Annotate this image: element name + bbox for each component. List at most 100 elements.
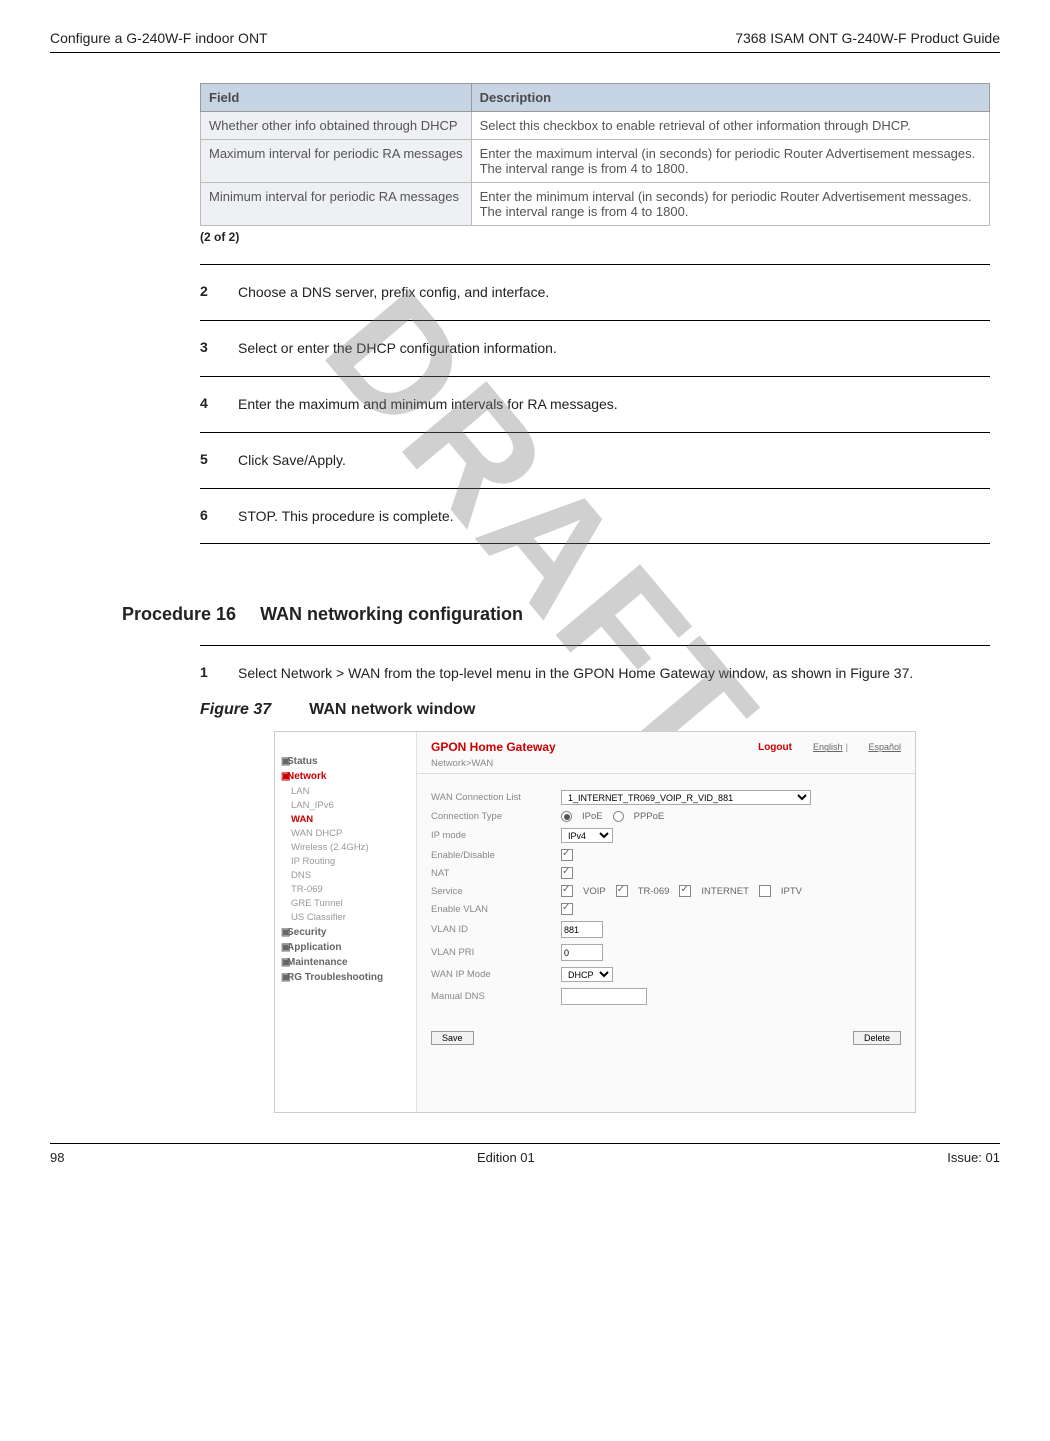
step-rule (200, 376, 990, 377)
sidebar-item-status[interactable]: ▣Status (281, 756, 416, 767)
step-text: STOP. This procedure is complete. (238, 507, 454, 526)
ipoe-radio[interactable] (561, 811, 572, 822)
procedure-label: Procedure 16 (122, 604, 236, 625)
sidebar-item-security[interactable]: ▣Security (281, 927, 416, 938)
logout-link[interactable]: Logout (758, 742, 792, 753)
sidebar: ▣Status ▣Network LAN LAN_IPv6 WAN WAN DH… (275, 732, 417, 1112)
field-name: Maximum interval for periodic RA message… (201, 140, 472, 183)
field-desc: Enter the maximum interval (in seconds) … (471, 140, 989, 183)
delete-button[interactable]: Delete (853, 1031, 901, 1045)
table-page-indicator: (2 of 2) (200, 230, 990, 244)
table-header-field: Field (201, 84, 472, 112)
sidebar-item-network[interactable]: ▣Network (281, 771, 416, 782)
nat-checkbox[interactable] (561, 867, 573, 879)
conn-type-label: Connection Type (431, 811, 561, 822)
pppoe-label: PPPoE (634, 811, 665, 822)
table-row: Maximum interval for periodic RA message… (201, 140, 990, 183)
page-title: GPON Home Gateway (431, 740, 556, 754)
step-rule (200, 264, 990, 265)
service-iptv-checkbox[interactable] (759, 885, 771, 897)
field-desc: Enter the minimum interval (in seconds) … (471, 183, 989, 226)
lang-english[interactable]: English (813, 742, 843, 752)
wan-conn-list-label: WAN Connection List (431, 792, 561, 803)
step-number: 2 (200, 283, 216, 302)
step-rule (200, 432, 990, 433)
wan-window-figure: ▣Status ▣Network LAN LAN_IPv6 WAN WAN DH… (274, 731, 916, 1113)
step: 1 Select Network > WAN from the top-leve… (200, 664, 990, 683)
step: 6 STOP. This procedure is complete. (200, 507, 990, 526)
step-text: Select or enter the DHCP configuration i… (238, 339, 557, 358)
breadcrumb: Network>WAN (417, 758, 915, 774)
step-rule (200, 320, 990, 321)
ip-mode-label: IP mode (431, 830, 561, 841)
footer-page-number: 98 (50, 1150, 64, 1165)
header-left: Configure a G-240W-F indoor ONT (50, 30, 268, 46)
save-button[interactable]: Save (431, 1031, 474, 1045)
header-right: 7368 ISAM ONT G-240W-F Product Guide (735, 30, 1000, 46)
pppoe-radio[interactable] (613, 811, 624, 822)
sidebar-item-maintenance[interactable]: ▣Maintenance (281, 957, 416, 968)
figure-title: WAN network window (309, 701, 475, 719)
step: 4 Enter the maximum and minimum interval… (200, 395, 990, 414)
sidebar-item-lan[interactable]: LAN (291, 786, 416, 797)
step-number: 6 (200, 507, 216, 526)
step-number: 4 (200, 395, 216, 414)
header-rule (50, 52, 1000, 53)
table-row: Minimum interval for periodic RA message… (201, 183, 990, 226)
enable-vlan-checkbox[interactable] (561, 903, 573, 915)
service-tr069-checkbox[interactable] (616, 885, 628, 897)
sidebar-item-us-classifier[interactable]: US Classifier (291, 912, 416, 923)
sidebar-item-wireless[interactable]: Wireless (2.4GHz) (291, 842, 416, 853)
field-name: Whether other info obtained through DHCP (201, 112, 472, 140)
figure-label: Figure 37 (200, 701, 271, 719)
sidebar-item-wan[interactable]: WAN (291, 814, 416, 825)
field-desc: Select this checkbox to enable retrieval… (471, 112, 989, 140)
step-text: Click Save/Apply. (238, 451, 346, 470)
step-number: 5 (200, 451, 216, 470)
vlan-pri-label: VLAN PRI (431, 947, 561, 958)
ipoe-label: IPoE (582, 811, 603, 822)
vlan-pri-input[interactable] (561, 944, 603, 961)
step: 2 Choose a DNS server, prefix config, an… (200, 283, 990, 302)
wan-ip-mode-label: WAN IP Mode (431, 969, 561, 980)
sidebar-item-gre-tunnel[interactable]: GRE Tunnel (291, 898, 416, 909)
lang-espanol[interactable]: Español (868, 742, 901, 752)
manual-dns-input[interactable] (561, 988, 647, 1005)
step-rule (200, 543, 990, 544)
step-number: 3 (200, 339, 216, 358)
sidebar-item-rg-troubleshooting[interactable]: ▣RG Troubleshooting (281, 972, 416, 983)
vlan-id-input[interactable] (561, 921, 603, 938)
ip-mode-select[interactable]: IPv4 (561, 828, 613, 843)
field-name: Minimum interval for periodic RA message… (201, 183, 472, 226)
step-text: Choose a DNS server, prefix config, and … (238, 283, 549, 302)
step: 5 Click Save/Apply. (200, 451, 990, 470)
sidebar-item-wan-dhcp[interactable]: WAN DHCP (291, 828, 416, 839)
table-header-description: Description (471, 84, 989, 112)
service-voip-label: VOIP (583, 886, 606, 897)
service-iptv-label: IPTV (781, 886, 802, 897)
service-internet-checkbox[interactable] (679, 885, 691, 897)
service-internet-label: INTERNET (701, 886, 749, 897)
step: 3 Select or enter the DHCP configuration… (200, 339, 990, 358)
step-text: Enter the maximum and minimum intervals … (238, 395, 618, 414)
footer-issue: Issue: 01 (947, 1150, 1000, 1165)
sidebar-item-tr069[interactable]: TR-069 (291, 884, 416, 895)
vlan-id-label: VLAN ID (431, 924, 561, 935)
step-rule (200, 645, 990, 646)
nat-label: NAT (431, 868, 561, 879)
sidebar-item-application[interactable]: ▣Application (281, 942, 416, 953)
enable-vlan-label: Enable VLAN (431, 904, 561, 915)
parameter-table: Field Description Whether other info obt… (200, 83, 990, 226)
enable-disable-label: Enable/Disable (431, 850, 561, 861)
sidebar-item-dns[interactable]: DNS (291, 870, 416, 881)
sidebar-item-lan-ipv6[interactable]: LAN_IPv6 (291, 800, 416, 811)
enable-disable-checkbox[interactable] (561, 849, 573, 861)
manual-dns-label: Manual DNS (431, 991, 561, 1002)
sidebar-item-ip-routing[interactable]: IP Routing (291, 856, 416, 867)
step-text: Select Network > WAN from the top-level … (238, 664, 913, 683)
service-tr069-label: TR-069 (638, 886, 670, 897)
wan-conn-list-select[interactable]: 1_INTERNET_TR069_VOIP_R_VID_881 (561, 790, 811, 805)
wan-ip-mode-select[interactable]: DHCP (561, 967, 613, 982)
service-voip-checkbox[interactable] (561, 885, 573, 897)
service-label: Service (431, 886, 561, 897)
